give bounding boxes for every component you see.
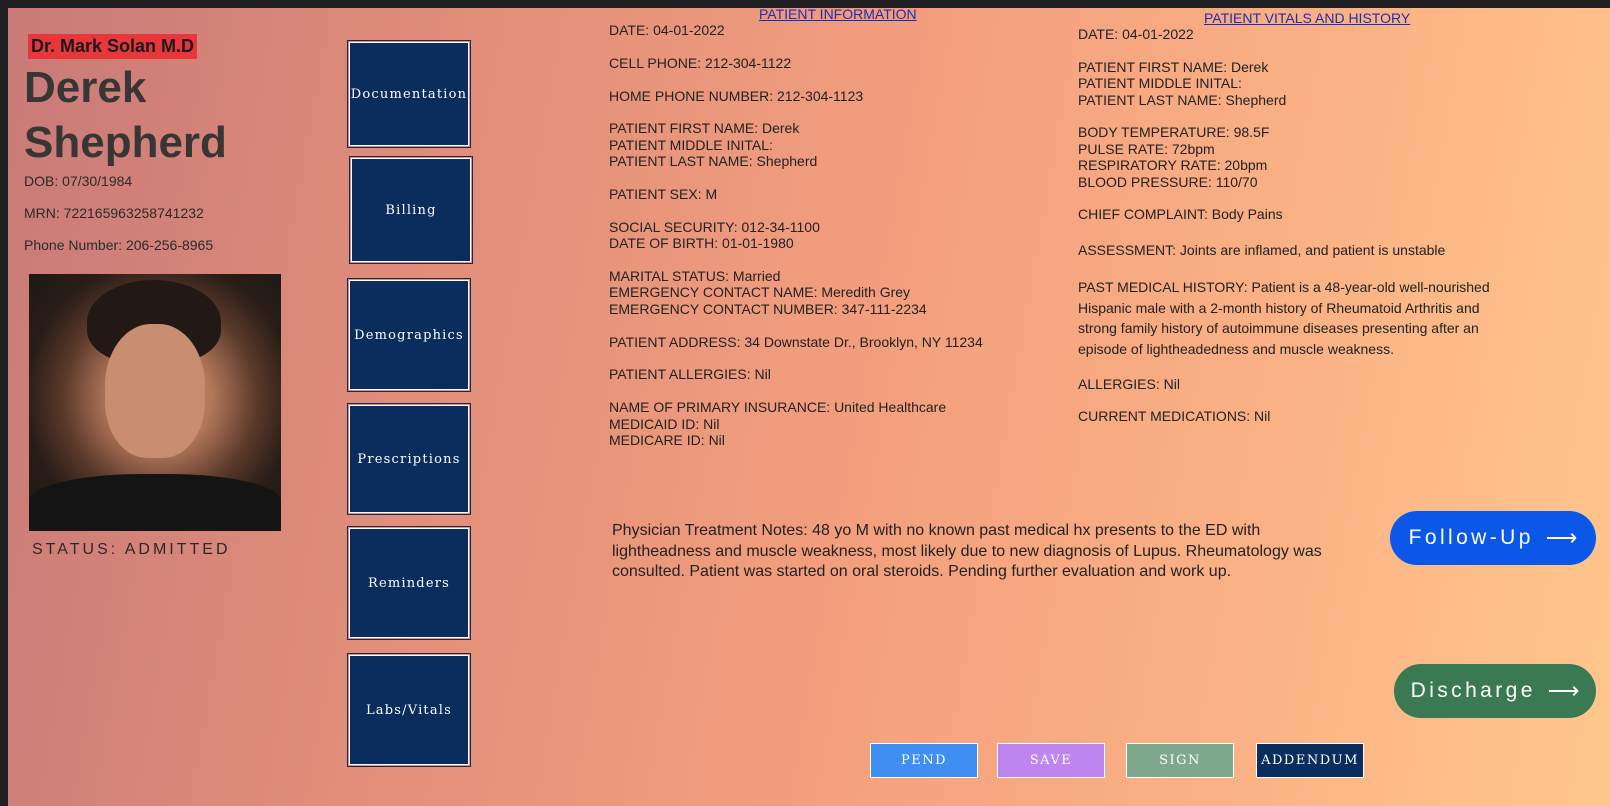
patient-phone: Phone Number: 206-256-8965: [24, 237, 214, 253]
discharge-label: Discharge: [1410, 679, 1536, 702]
patient-information-panel: DATE: 04-01-2022 CELL PHONE: 212-304-112…: [609, 22, 983, 448]
vitals-blood-pressure: BLOOD PRESSURE: 110/70: [1078, 173, 1258, 190]
doctor-name-badge: Dr. Mark Solan M.D: [28, 34, 198, 59]
info-date: DATE: 04-01-2022: [609, 22, 725, 38]
nav-demographics-button[interactable]: Demographics: [347, 278, 471, 392]
physician-treatment-notes: Physician Treatment Notes: 48 yo M with …: [612, 521, 1350, 583]
arrow-right-icon: ⟶: [1545, 525, 1578, 550]
vitals-past-history: PAST MEDICAL HISTORY: Patient is a 48-ye…: [1078, 277, 1490, 359]
vitals-history-line: episode of lightheadedness and muscle we…: [1078, 340, 1394, 357]
follow-up-button[interactable]: Follow-Up ⟶: [1390, 511, 1596, 565]
patient-last-name: Shepherd: [24, 118, 227, 167]
arrow-right-icon: ⟶: [1547, 678, 1580, 703]
info-home-phone: HOME PHONE NUMBER: 212-304-1123: [609, 87, 864, 104]
notes-line: consulted. Patient was started on oral s…: [612, 563, 1232, 580]
addendum-button[interactable]: ADDENDUM: [1256, 743, 1364, 778]
sign-button[interactable]: SIGN: [1126, 743, 1234, 778]
nav-prescriptions-button[interactable]: Prescriptions: [347, 403, 471, 515]
nav-documentation-button[interactable]: Documentation: [347, 40, 471, 148]
patient-chart-page: Dr. Mark Solan M.D Derek Shepherd DOB: 0…: [8, 8, 1610, 806]
info-ssn: SOCIAL SECURITY: 012-34-1100: [609, 218, 820, 235]
patient-dob: DOB: 07/30/1984: [24, 173, 133, 189]
vitals-middle-initial: PATIENT MIDDLE INITAL:: [1078, 75, 1242, 92]
nav-billing-button[interactable]: Billing: [349, 156, 473, 264]
info-emergency-number: EMERGENCY CONTACT NUMBER: 347-111-2234: [609, 300, 927, 317]
patient-photo: [29, 274, 281, 531]
vitals-chief-complaint: CHIEF COMPLAINT: Body Pains: [1078, 206, 1283, 223]
vitals-history-line: Hispanic male with a 2-month history of …: [1078, 299, 1480, 316]
patient-mrn: MRN: 722165963258741232: [24, 205, 204, 221]
discharge-button[interactable]: Discharge ⟶: [1394, 664, 1596, 718]
info-sex: PATIENT SEX: M: [609, 186, 718, 202]
vitals-first-name: PATIENT FIRST NAME: Derek: [1078, 58, 1269, 75]
photo-shirt: [29, 474, 281, 531]
vitals-date: DATE: 04-01-2022: [1078, 26, 1194, 42]
info-middle-initial: PATIENT MIDDLE INITAL:: [609, 136, 773, 153]
info-medicaid: MEDICAID ID: Nil: [609, 415, 720, 432]
vitals-medications: CURRENT MEDICATIONS: Nil: [1078, 408, 1271, 425]
info-first-name: PATIENT FIRST NAME: Derek: [609, 120, 800, 137]
vitals-history-line: PAST MEDICAL HISTORY: Patient is a 48-ye…: [1078, 279, 1490, 296]
patient-vitals-title[interactable]: PATIENT VITALS AND HISTORY: [1204, 10, 1410, 26]
vitals-last-name: PATIENT LAST NAME: Shepherd: [1078, 91, 1287, 108]
nav-reminders-button[interactable]: Reminders: [347, 526, 471, 640]
info-last-name: PATIENT LAST NAME: Shepherd: [609, 153, 818, 170]
follow-up-label: Follow-Up: [1408, 526, 1534, 549]
vitals-temperature: BODY TEMPERATURE: 98.5F: [1078, 124, 1270, 141]
photo-face: [105, 324, 205, 458]
patient-status: STATUS: ADMITTED: [32, 541, 231, 558]
info-marital-status: MARITAL STATUS: Married: [609, 268, 781, 284]
info-date-of-birth: DATE OF BIRTH: 01-01-1980: [609, 235, 794, 252]
info-insurance: NAME OF PRIMARY INSURANCE: United Health…: [609, 399, 947, 416]
nav-labs-vitals-button[interactable]: Labs/Vitals: [347, 653, 471, 767]
vitals-assessment: ASSESSMENT: Joints are inflamed, and pat…: [1078, 241, 1446, 258]
pend-button[interactable]: PEND: [870, 743, 978, 778]
info-allergies: PATIENT ALLERGIES: Nil: [609, 366, 771, 383]
vitals-allergies: ALLERGIES: Nil: [1078, 375, 1180, 392]
info-medicare: MEDICARE ID: Nil: [609, 432, 725, 449]
vitals-pulse: PULSE RATE: 72bpm: [1078, 140, 1215, 157]
patient-information-title[interactable]: PATIENT INFORMATION: [759, 8, 917, 22]
patient-vitals-panel: DATE: 04-01-2022 PATIENT FIRST NAME: Der…: [1078, 26, 1490, 425]
info-address: PATIENT ADDRESS: 34 Downstate Dr., Brook…: [609, 333, 983, 350]
notes-line: lightheadness and muscle weakness, most …: [612, 542, 1322, 560]
info-emergency-name: EMERGENCY CONTACT NAME: Meredith Grey: [609, 284, 911, 301]
vitals-history-line: strong family history of autoimmune dise…: [1078, 320, 1479, 337]
patient-name: Derek Shepherd: [24, 60, 227, 170]
vitals-respiratory: RESPIRATORY RATE: 20bpm: [1078, 157, 1268, 174]
info-cell-phone: CELL PHONE: 212-304-1122: [609, 54, 792, 71]
patient-first-name: Derek: [24, 63, 147, 112]
notes-line: Physician Treatment Notes: 48 yo M with …: [612, 522, 1261, 539]
save-button[interactable]: SAVE: [997, 743, 1105, 778]
